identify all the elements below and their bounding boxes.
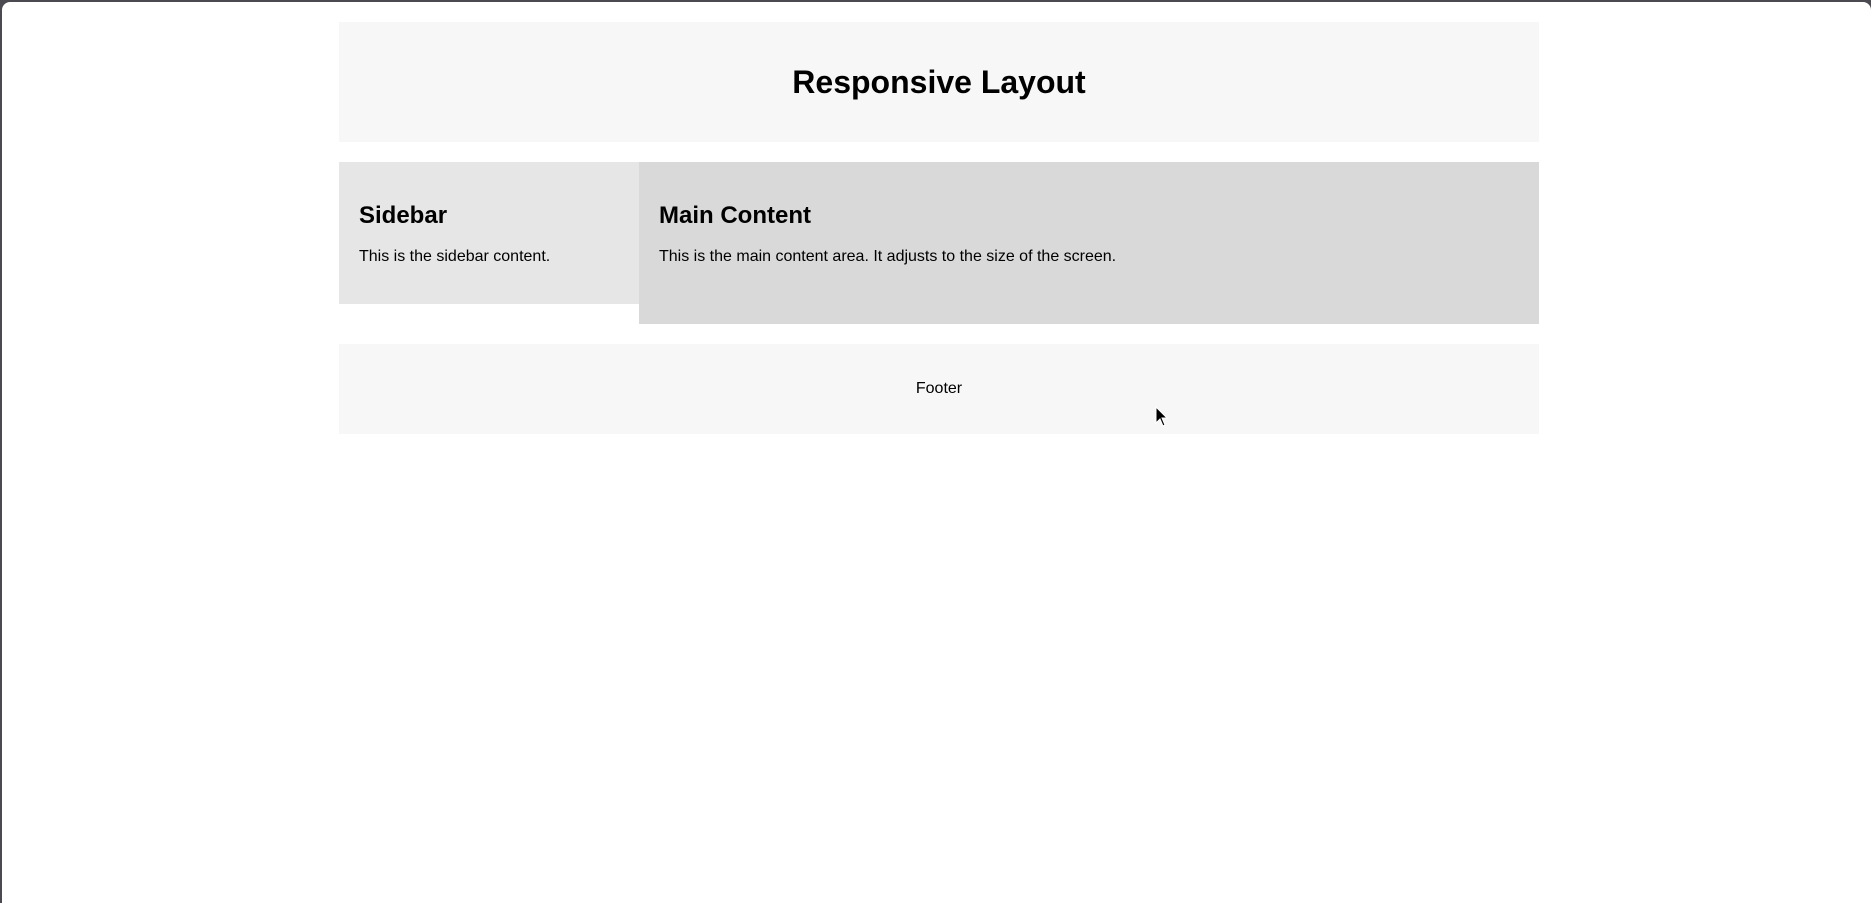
main-content: Main Content This is the main content ar… [639, 162, 1539, 324]
footer-text: Footer [915, 380, 963, 397]
sidebar: Sidebar This is the sidebar content. [339, 162, 639, 304]
browser-window: Responsive Layout Sidebar This is the si… [2, 2, 1871, 903]
page-title: Responsive Layout [792, 63, 1086, 100]
sidebar-text: This is the sidebar content. [359, 248, 551, 265]
main-content-title: Main Content [659, 202, 811, 229]
sidebar-title: Sidebar [359, 202, 448, 229]
page-footer: Footer [339, 344, 1539, 434]
page-container: Responsive Layout Sidebar This is the si… [339, 22, 1539, 434]
content-row: Sidebar This is the sidebar content. Mai… [339, 162, 1539, 324]
mouse-pointer-icon [1155, 406, 1169, 427]
page-header: Responsive Layout [339, 22, 1539, 142]
main-content-text: This is the main content area. It adjust… [659, 248, 1117, 265]
